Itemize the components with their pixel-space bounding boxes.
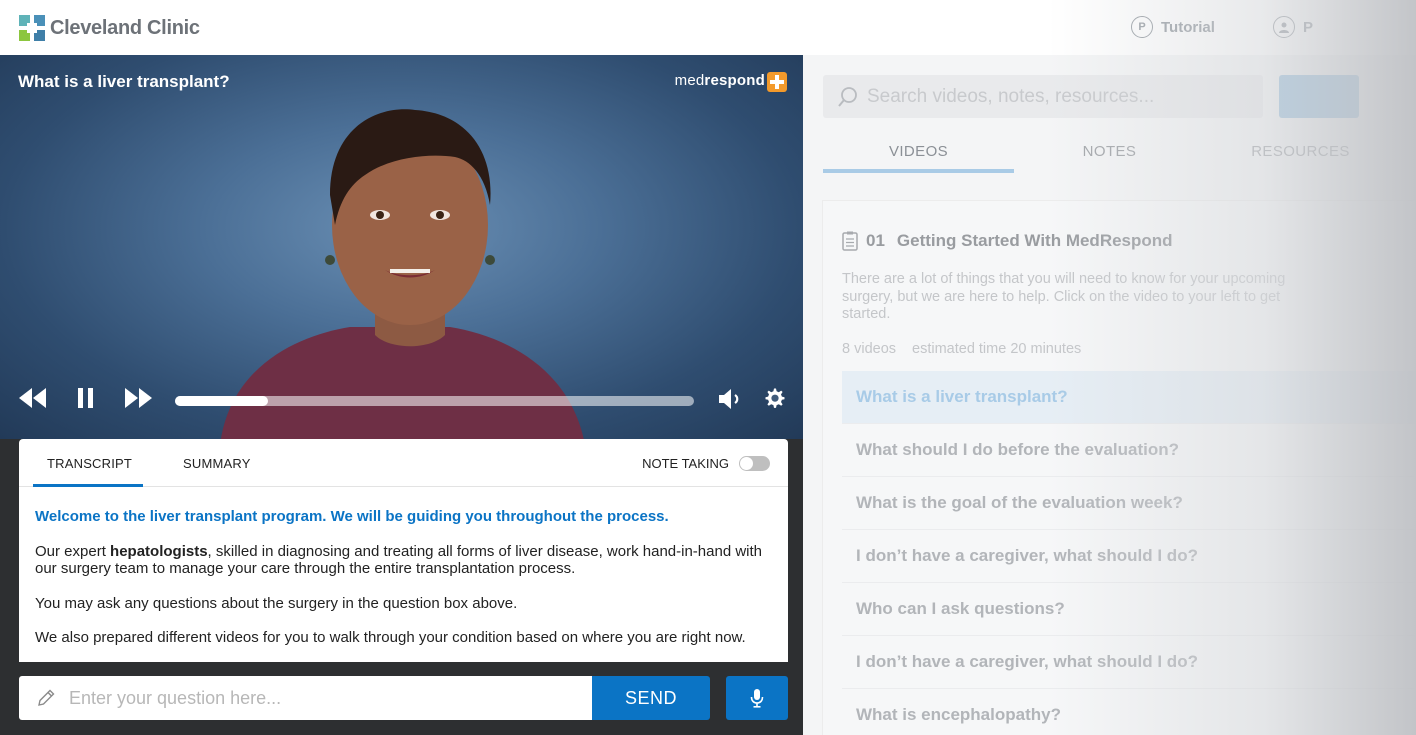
settings-gear-icon[interactable] <box>763 386 787 410</box>
volume-icon[interactable] <box>717 386 743 412</box>
video-progress-fill <box>175 396 269 406</box>
video-list-item[interactable]: I don’t have a caregiver, what should I … <box>842 530 1416 583</box>
send-button[interactable]: SEND <box>592 676 710 720</box>
top-header: Cleveland Clinic P Tutorial P <box>0 0 1416 55</box>
note-taking-toggle[interactable]: NOTE TAKING <box>642 456 770 471</box>
module-video-list: What is a liver transplant? What should … <box>842 371 1416 735</box>
tutorial-link[interactable]: P Tutorial <box>1131 16 1215 38</box>
switch-knob <box>740 457 753 470</box>
search-input[interactable] <box>867 84 1247 110</box>
brand-name: Cleveland Clinic <box>50 16 200 39</box>
transcript-paragraph: You may ask any questions about the surg… <box>35 594 518 612</box>
transcript-lead: Welcome to the liver transplant program.… <box>35 508 669 525</box>
transcript-text: Welcome to the liver transplant program.… <box>35 508 775 662</box>
module-card: 01 Getting Started With MedRespond There… <box>822 200 1416 735</box>
search-button[interactable] <box>1279 75 1359 118</box>
module-description: There are a lot of things that you will … <box>842 271 1286 322</box>
rewind-icon[interactable] <box>18 386 48 410</box>
pencil-icon <box>38 689 55 706</box>
medrespond-wordmark: medrespond <box>674 72 765 89</box>
transcript-paragraph: Our expert hepatologists, skilled in dia… <box>35 542 763 578</box>
tab-resources[interactable]: RESOURCES <box>1205 143 1396 160</box>
profile-menu[interactable]: P <box>1273 16 1313 38</box>
tab-summary[interactable]: SUMMARY <box>183 456 251 471</box>
video-list-item[interactable]: I don’t have a caregiver, what should I … <box>842 636 1416 689</box>
tutorial-icon: P <box>1131 16 1153 38</box>
video-list-item[interactable]: What is a liver transplant? <box>842 371 1416 424</box>
medrespond-plus-icon <box>767 72 787 92</box>
module-header[interactable]: 01 Getting Started With MedRespond <box>842 231 1173 251</box>
note-taking-label: NOTE TAKING <box>642 456 729 471</box>
transcript-card: TRANSCRIPT SUMMARY NOTE TAKING Welcome t… <box>19 439 788 662</box>
video-player[interactable]: What is a liver transplant? medrespond <box>0 55 803 439</box>
video-list-item[interactable]: Who can I ask questions? <box>842 583 1416 636</box>
tab-videos[interactable]: VIDEOS <box>823 143 1014 160</box>
video-library-panel: VIDEOS NOTES RESOURCES 01 Getting Starte… <box>803 55 1416 735</box>
cleveland-clinic-logo[interactable]: Cleveland Clinic <box>19 15 200 41</box>
tutorial-label: Tutorial <box>1161 18 1215 36</box>
question-input[interactable] <box>69 686 579 710</box>
question-bar: SEND <box>19 676 788 720</box>
medrespond-logo: medrespond <box>675 72 787 92</box>
tab-transcript[interactable]: TRANSCRIPT <box>47 456 132 471</box>
video-controls <box>0 380 803 420</box>
transcript-tabs: TRANSCRIPT SUMMARY NOTE TAKING <box>19 439 788 487</box>
user-avatar-icon <box>1273 16 1295 38</box>
transcript-paragraph: We also prepared different videos for yo… <box>35 629 746 646</box>
active-library-tab-indicator <box>823 169 1014 173</box>
note-taking-switch[interactable] <box>739 456 770 471</box>
video-title: What is a liver transplant? <box>18 72 230 91</box>
module-meta: 8 videos estimated time 20 minutes <box>842 341 1081 357</box>
search-icon <box>838 87 857 107</box>
question-input-wrapper <box>19 676 592 720</box>
module-estimated-time: estimated time 20 minutes <box>912 341 1082 357</box>
microphone-icon <box>750 689 764 708</box>
checklist-icon <box>842 231 858 251</box>
video-progress-bar[interactable] <box>175 396 694 406</box>
video-list-item[interactable]: What should I do before the evaluation? <box>842 424 1416 477</box>
video-list-item[interactable]: What is the goal of the evaluation week? <box>842 477 1416 530</box>
tab-notes[interactable]: NOTES <box>1014 143 1205 160</box>
module-number: 01 <box>866 231 885 250</box>
pause-icon[interactable] <box>77 386 95 410</box>
module-title: Getting Started With MedRespond <box>896 231 1173 250</box>
active-tab-indicator <box>33 484 143 487</box>
microphone-button[interactable] <box>726 676 788 720</box>
player-column: What is a liver transplant? medrespond T… <box>0 55 803 735</box>
module-video-count: 8 videos <box>842 341 897 357</box>
video-list-item[interactable]: What is encephalopathy? <box>842 689 1416 735</box>
library-tabs: VIDEOS NOTES RESOURCES <box>823 140 1416 175</box>
fast-forward-icon[interactable] <box>123 386 153 410</box>
profile-label: P <box>1303 18 1314 36</box>
search-box <box>823 75 1263 118</box>
clinic-cross-icon <box>19 15 45 41</box>
